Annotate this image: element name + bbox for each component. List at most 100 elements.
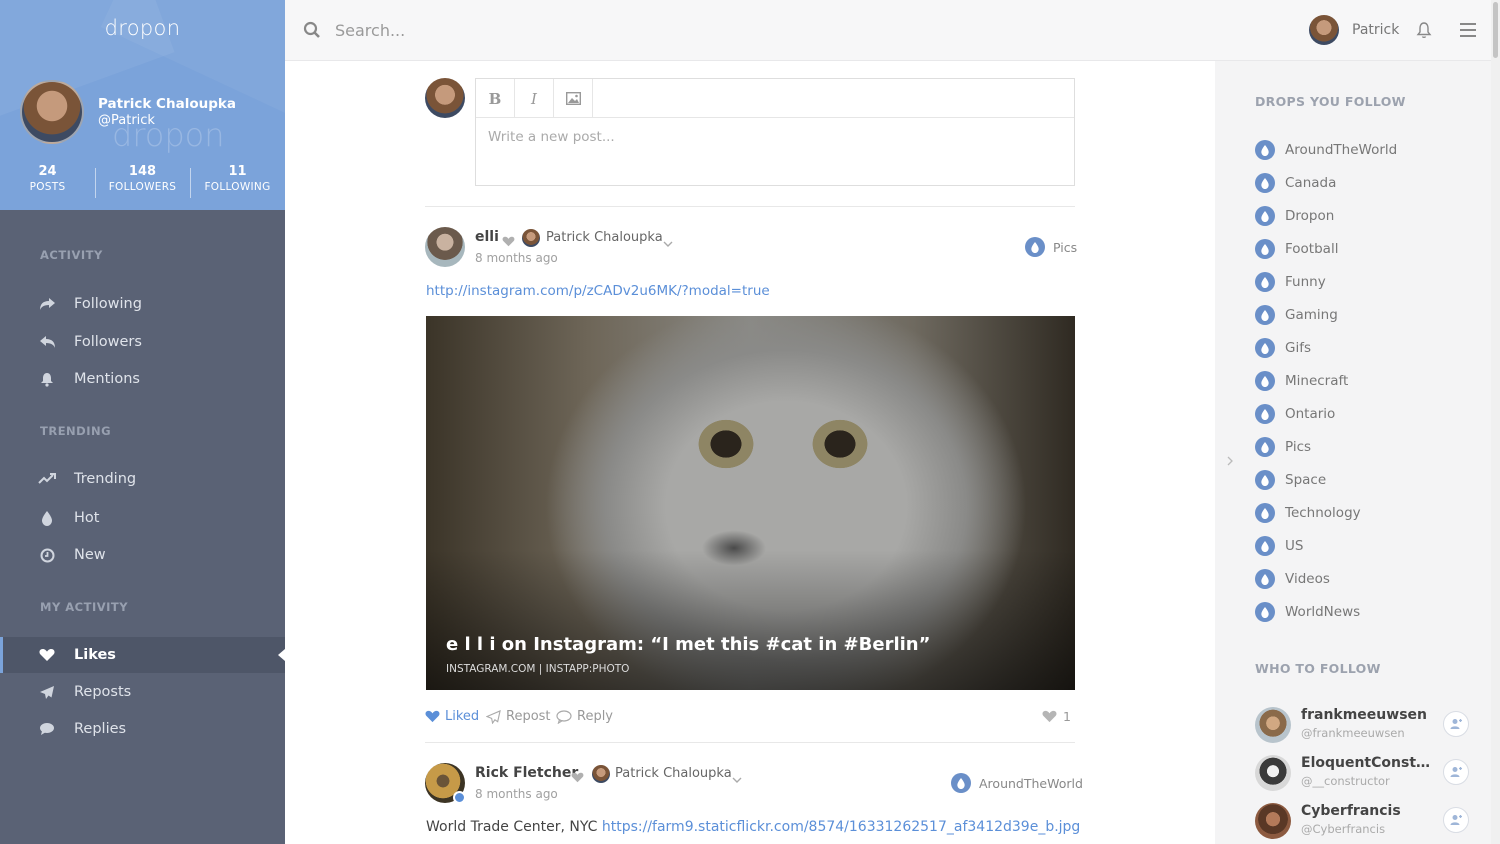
post-author-avatar[interactable] <box>425 227 465 267</box>
drop-item-label: Gifs <box>1285 340 1311 356</box>
nav-item-followers[interactable]: Followers <box>0 324 285 360</box>
add-user-icon <box>1450 719 1462 729</box>
embed-meta: INSTAGRAM.COM | INSTAPP:PHOTO <box>446 663 630 675</box>
hamburger-menu-icon[interactable] <box>1460 22 1476 41</box>
drop-icon <box>1255 602 1275 622</box>
drop-item-label: Technology <box>1285 505 1361 521</box>
left-sidebar: dropon dropon Patrick Chaloupka @Patrick… <box>0 0 285 844</box>
reply-button[interactable]: Reply <box>556 709 613 724</box>
stat-following[interactable]: 11 FOLLOWING <box>190 164 285 200</box>
paper-plane-icon <box>486 709 501 724</box>
drop-item[interactable]: Videos <box>1255 568 1330 590</box>
divider <box>425 206 1075 207</box>
image-button[interactable] <box>554 79 593 118</box>
post-drop-tag[interactable]: Pics <box>1025 237 1077 257</box>
liker-avatar[interactable] <box>522 229 540 247</box>
drop-icon <box>1255 173 1275 193</box>
suggested-user-name[interactable]: EloquentConstructor <box>1301 755 1435 771</box>
drop-item[interactable]: Canada <box>1255 172 1336 194</box>
nav-item-following[interactable]: Following <box>0 286 285 322</box>
drop-item[interactable]: Minecraft <box>1255 370 1348 392</box>
drop-icon <box>1255 503 1275 523</box>
drop-item[interactable]: Funny <box>1255 271 1326 293</box>
suggested-user-avatar[interactable] <box>1255 707 1291 743</box>
liker-name[interactable]: Patrick Chaloupka <box>615 766 732 781</box>
drop-item[interactable]: Football <box>1255 238 1338 260</box>
post-time: 8 months ago <box>475 251 558 265</box>
scrollbar-thumb[interactable] <box>1493 2 1498 58</box>
nav-label: Followers <box>74 334 142 350</box>
liker-avatar[interactable] <box>592 765 610 783</box>
repost-button[interactable]: Repost <box>486 709 551 724</box>
nav-item-reposts[interactable]: Reposts <box>0 674 285 710</box>
drop-item[interactable]: Gaming <box>1255 304 1338 326</box>
drop-item[interactable]: Ontario <box>1255 403 1335 425</box>
suggested-user: frankmeeuwsen @frankmeeuwsen <box>1255 707 1475 747</box>
suggested-user-avatar[interactable] <box>1255 755 1291 791</box>
chevron-right-icon[interactable] <box>1227 451 1234 470</box>
brand-logo[interactable]: dropon <box>0 16 285 40</box>
drop-item[interactable]: AroundTheWorld <box>1255 139 1397 161</box>
nav-item-replies[interactable]: Replies <box>0 711 285 747</box>
post-author[interactable]: elli <box>475 229 499 245</box>
like-count[interactable]: 1 <box>1042 709 1071 724</box>
drop-icon <box>1255 569 1275 589</box>
drop-item[interactable]: Pics <box>1255 436 1311 458</box>
post-drop-tag[interactable]: AroundTheWorld <box>951 773 1083 793</box>
add-user-icon <box>1450 767 1462 777</box>
composer-editor[interactable]: Write a new post... <box>488 129 615 145</box>
drop-icon <box>1025 237 1045 257</box>
post-embed-image[interactable]: e l l i on Instagram: “I met this #cat i… <box>426 316 1075 690</box>
post-link[interactable]: http://instagram.com/p/zCADv2u6MK/?modal… <box>426 283 770 299</box>
user-name[interactable]: Patrick <box>1352 22 1399 38</box>
follow-button[interactable] <box>1443 807 1469 833</box>
drop-item[interactable]: Space <box>1255 469 1326 491</box>
drop-item[interactable]: WorldNews <box>1255 601 1360 623</box>
bold-button[interactable]: B <box>476 79 515 118</box>
nav-section-my-activity: MY ACTIVITY <box>40 600 129 614</box>
chevron-down-icon[interactable] <box>732 769 742 788</box>
drop-item[interactable]: US <box>1255 535 1303 557</box>
liked-button[interactable]: Liked <box>425 709 479 724</box>
drop-tag-label: Pics <box>1053 239 1078 255</box>
search-icon[interactable] <box>303 21 321 43</box>
stat-posts[interactable]: 24 POSTS <box>0 164 95 200</box>
divider <box>425 742 1075 743</box>
profile-avatar[interactable] <box>20 80 84 144</box>
liker-name[interactable]: Patrick Chaloupka <box>546 230 663 245</box>
suggested-user-handle: @Cyberfrancis <box>1301 822 1386 836</box>
embed-title[interactable]: e l l i on Instagram: “I met this #cat i… <box>446 634 930 655</box>
stat-label: FOLLOWING <box>204 181 271 193</box>
drop-item-label: Ontario <box>1285 406 1336 422</box>
suggested-user-avatar[interactable] <box>1255 803 1291 839</box>
follow-button[interactable] <box>1443 759 1469 785</box>
nav-item-new[interactable]: New <box>0 537 285 573</box>
nav-item-mentions[interactable]: Mentions <box>0 361 285 397</box>
profile-name[interactable]: Patrick Chaloupka <box>98 96 236 112</box>
suggested-user-name[interactable]: Cyberfrancis <box>1301 803 1435 819</box>
drop-item[interactable]: Technology <box>1255 502 1361 524</box>
post-author[interactable]: Rick Fletcher <box>475 765 578 781</box>
suggested-user: Cyberfrancis @Cyberfrancis <box>1255 803 1475 843</box>
nav-item-likes[interactable]: Likes <box>0 637 285 673</box>
reply-arrow-icon <box>38 333 56 351</box>
user-avatar[interactable] <box>1309 15 1339 45</box>
search-input[interactable] <box>335 16 835 44</box>
chevron-down-icon[interactable] <box>663 233 673 252</box>
follow-button[interactable] <box>1443 711 1469 737</box>
italic-button[interactable]: I <box>515 79 554 118</box>
post-link[interactable]: https://farm9.staticflickr.com/8574/1633… <box>602 819 1080 835</box>
drop-item-label: Dropon <box>1285 208 1335 224</box>
drop-item-label: Pics <box>1285 439 1312 455</box>
drop-item-label: Funny <box>1285 274 1326 290</box>
drop-item[interactable]: Gifs <box>1255 337 1311 359</box>
suggested-user-name[interactable]: frankmeeuwsen <box>1301 707 1435 723</box>
drop-item[interactable]: Dropon <box>1255 205 1334 227</box>
post-composer[interactable]: B I Write a new post... <box>475 78 1075 186</box>
scrollbar-track[interactable] <box>1491 0 1500 844</box>
stat-followers[interactable]: 148 FOLLOWERS <box>95 164 190 200</box>
nav-item-hot[interactable]: Hot <box>0 500 285 536</box>
notifications-bell-icon[interactable] <box>1416 21 1432 43</box>
speech-bubble-icon <box>556 709 572 724</box>
nav-item-trending[interactable]: Trending <box>0 461 285 497</box>
